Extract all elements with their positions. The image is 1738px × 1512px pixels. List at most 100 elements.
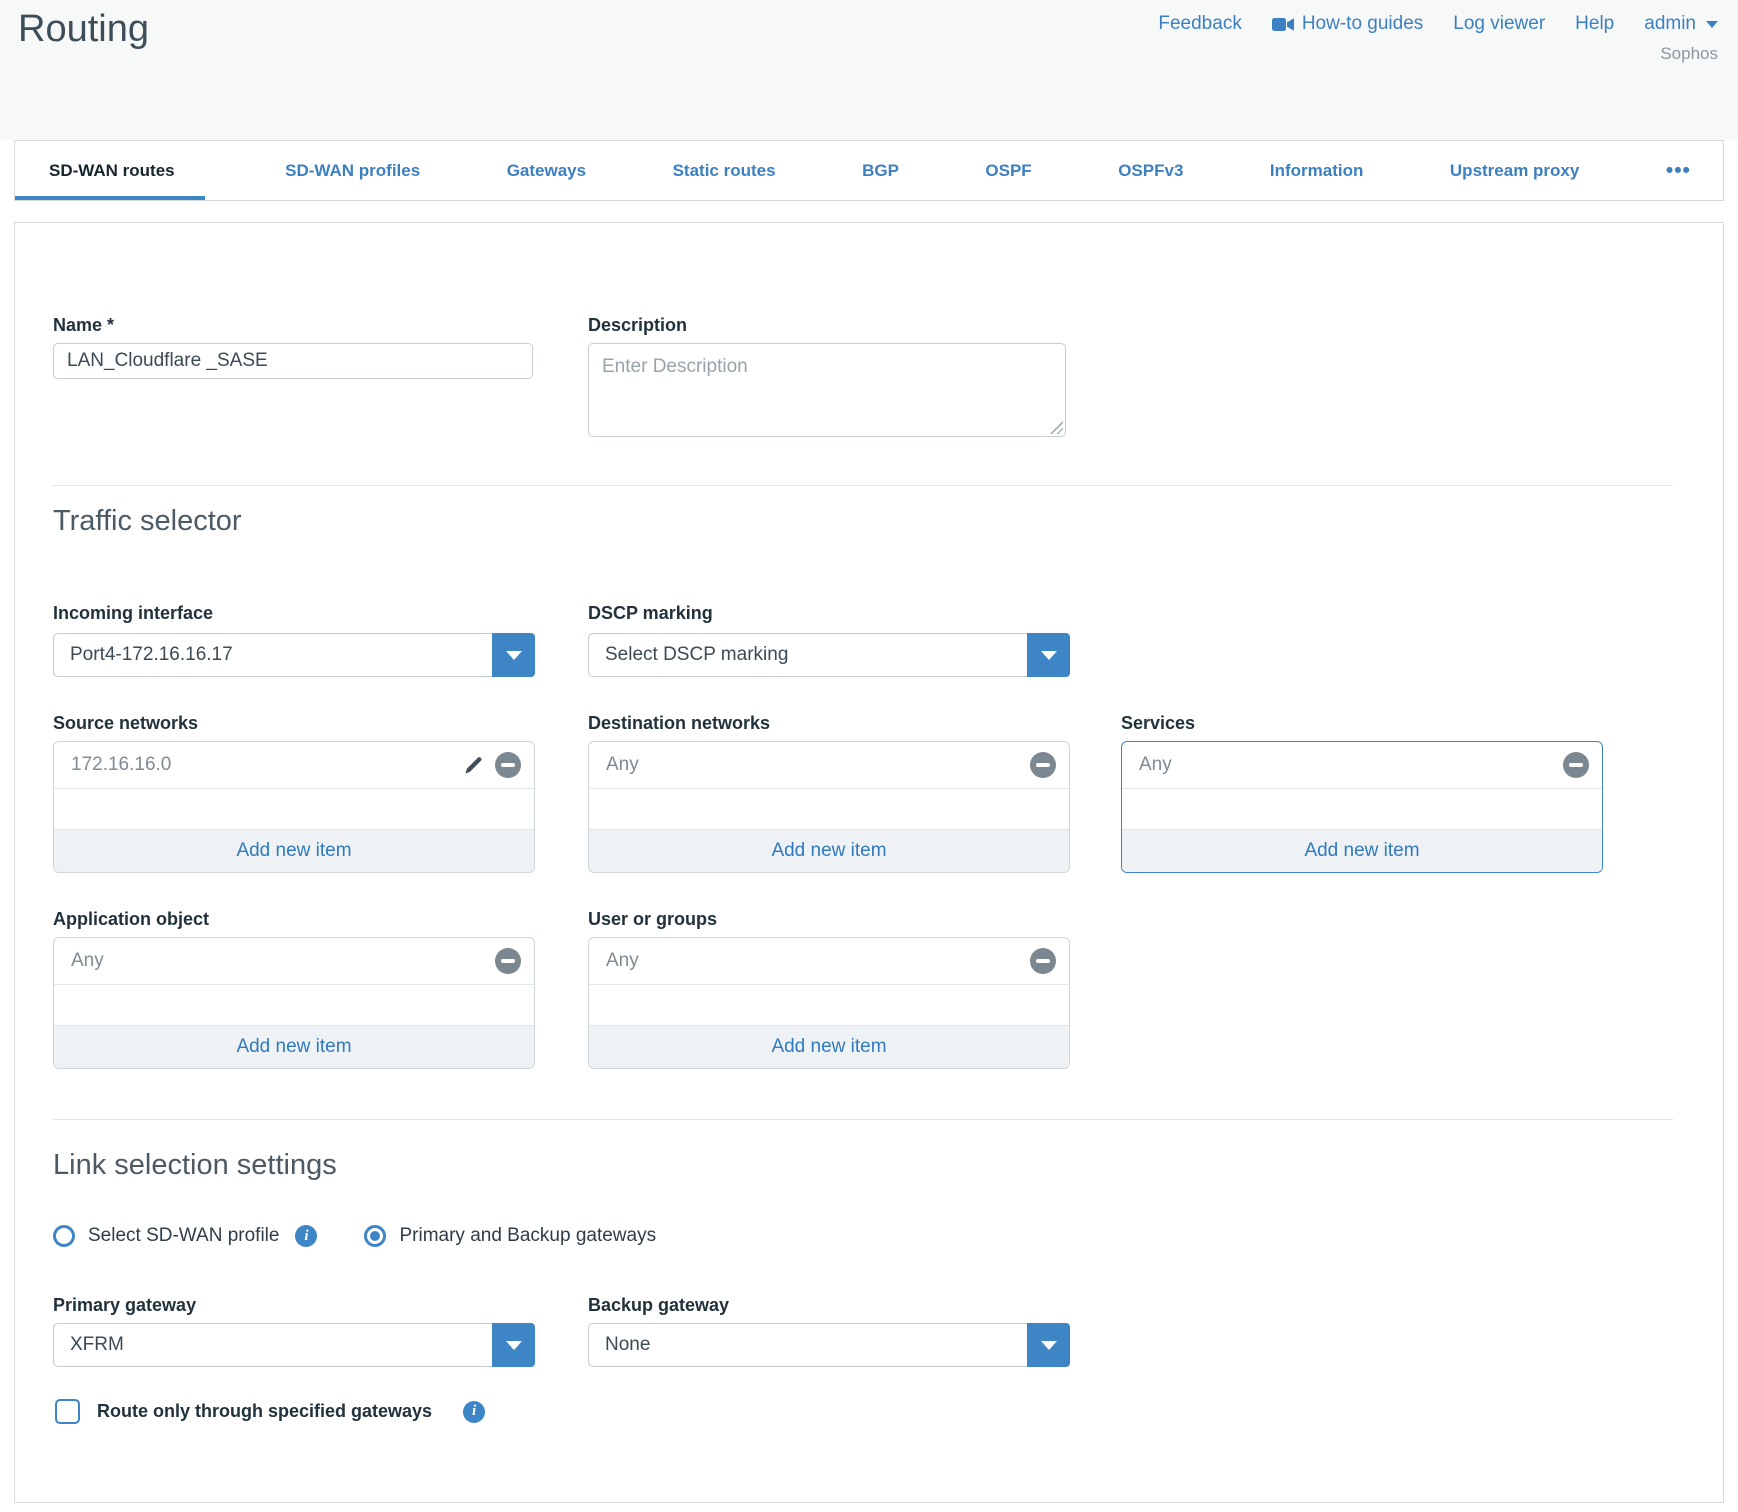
listbox-spacer xyxy=(54,985,534,1025)
radio-select-sdwan-profile-label: Select SD-WAN profile xyxy=(88,1225,279,1247)
tab-gateways[interactable]: Gateways xyxy=(501,141,592,200)
name-input[interactable] xyxy=(53,343,533,379)
radio-primary-backup-gateways[interactable] xyxy=(364,1225,386,1247)
primary-gateway-dropdown-button[interactable] xyxy=(492,1323,535,1367)
destination-networks-add-button[interactable]: Add new item xyxy=(589,829,1069,872)
brand-label: Sophos xyxy=(1660,44,1718,64)
remove-item-icon[interactable] xyxy=(1030,752,1056,778)
remove-item-icon[interactable] xyxy=(495,752,521,778)
dropdown-caret-icon xyxy=(506,651,522,660)
listbox-spacer xyxy=(589,985,1069,1025)
services-label: Services xyxy=(1121,713,1195,734)
primary-gateway-label: Primary gateway xyxy=(53,1295,196,1316)
admin-menu[interactable]: admin xyxy=(1644,13,1718,35)
destination-network-item: Any xyxy=(589,742,1069,789)
route-only-row: Route only through specified gateways i xyxy=(55,1399,485,1424)
user-or-groups-item-text: Any xyxy=(606,950,1020,972)
user-or-groups-label: User or groups xyxy=(588,909,717,930)
tab-more-ellipsis[interactable]: ••• xyxy=(1660,141,1697,200)
tab-bgp[interactable]: BGP xyxy=(856,141,905,200)
services-listbox: Any Add new item xyxy=(1121,741,1603,873)
radio-primary-backup-gateways-label: Primary and Backup gateways xyxy=(399,1225,656,1247)
dscp-marking-select[interactable]: Select DSCP marking xyxy=(588,633,1070,677)
howto-guides-label: How-to guides xyxy=(1302,13,1423,35)
primary-gateway-select[interactable]: XFRM xyxy=(53,1323,535,1367)
log-viewer-link[interactable]: Log viewer xyxy=(1453,13,1545,35)
primary-gateway-value: XFRM xyxy=(54,1334,492,1356)
route-only-checkbox[interactable] xyxy=(55,1399,80,1424)
application-object-item: Any xyxy=(54,938,534,985)
incoming-interface-dropdown-button[interactable] xyxy=(492,633,535,677)
tab-static-routes[interactable]: Static routes xyxy=(667,141,782,200)
routing-page: Routing Feedback How-to guides Log viewe… xyxy=(0,0,1738,1512)
link-selection-heading: Link selection settings xyxy=(53,1149,337,1182)
edit-pencil-icon[interactable] xyxy=(461,753,485,777)
application-object-add-button[interactable]: Add new item xyxy=(54,1025,534,1068)
backup-gateway-dropdown-button[interactable] xyxy=(1027,1323,1070,1367)
source-networks-label: Source networks xyxy=(53,713,198,734)
link-selection-radio-group: Select SD-WAN profile i Primary and Back… xyxy=(53,1225,656,1247)
traffic-selector-heading: Traffic selector xyxy=(53,505,242,538)
help-link[interactable]: Help xyxy=(1575,13,1614,35)
remove-item-icon[interactable] xyxy=(495,948,521,974)
listbox-spacer xyxy=(54,789,534,829)
video-camera-icon xyxy=(1272,17,1294,32)
admin-label: admin xyxy=(1644,13,1696,35)
route-only-label: Route only through specified gateways xyxy=(97,1401,432,1422)
listbox-spacer xyxy=(1122,789,1602,829)
remove-item-icon[interactable] xyxy=(1563,752,1589,778)
destination-network-item-text: Any xyxy=(606,754,1020,776)
feedback-link[interactable]: Feedback xyxy=(1158,13,1241,35)
info-icon[interactable]: i xyxy=(295,1225,317,1247)
tab-information[interactable]: Information xyxy=(1264,141,1370,200)
application-object-item-text: Any xyxy=(71,950,485,972)
chevron-down-icon xyxy=(1706,21,1718,28)
description-field-wrap xyxy=(588,343,1066,437)
application-object-label: Application object xyxy=(53,909,209,930)
tab-bar: SD-WAN routes SD-WAN profiles Gateways S… xyxy=(14,140,1724,201)
user-or-groups-listbox: Any Add new item xyxy=(588,937,1070,1069)
dropdown-caret-icon xyxy=(1041,651,1057,660)
name-label: Name * xyxy=(53,315,114,336)
remove-item-icon[interactable] xyxy=(1030,948,1056,974)
info-icon[interactable]: i xyxy=(463,1401,485,1423)
incoming-interface-value: Port4-172.16.16.17 xyxy=(54,644,492,666)
page-title: Routing xyxy=(18,8,149,51)
radio-select-sdwan-profile[interactable] xyxy=(53,1225,75,1247)
dropdown-caret-icon xyxy=(1041,1341,1057,1350)
source-networks-listbox: 172.16.16.0 Add new item xyxy=(53,741,535,873)
source-network-item-text: 172.16.16.0 xyxy=(71,754,451,776)
service-item: Any xyxy=(1122,742,1602,789)
dscp-marking-label: DSCP marking xyxy=(588,603,713,624)
incoming-interface-select[interactable]: Port4-172.16.16.17 xyxy=(53,633,535,677)
services-add-button[interactable]: Add new item xyxy=(1122,829,1602,872)
sdwan-route-form-panel: Name * Description Traffic selector Inco… xyxy=(14,222,1724,1503)
dscp-marking-dropdown-button[interactable] xyxy=(1027,633,1070,677)
destination-networks-label: Destination networks xyxy=(588,713,770,734)
description-label: Description xyxy=(588,315,687,336)
destination-networks-listbox: Any Add new item xyxy=(588,741,1070,873)
description-textarea[interactable] xyxy=(588,343,1066,437)
dropdown-caret-icon xyxy=(506,1341,522,1350)
tab-sdwan-routes[interactable]: SD-WAN routes xyxy=(15,141,205,200)
backup-gateway-select[interactable]: None xyxy=(588,1323,1070,1367)
application-object-listbox: Any Add new item xyxy=(53,937,535,1069)
tab-ospfv3[interactable]: OSPFv3 xyxy=(1112,141,1189,200)
page-header: Routing Feedback How-to guides Log viewe… xyxy=(0,0,1738,140)
source-network-item: 172.16.16.0 xyxy=(54,742,534,789)
incoming-interface-label: Incoming interface xyxy=(53,603,213,624)
howto-guides-link[interactable]: How-to guides xyxy=(1272,13,1423,35)
source-networks-add-button[interactable]: Add new item xyxy=(54,829,534,872)
backup-gateway-label: Backup gateway xyxy=(588,1295,729,1316)
service-item-text: Any xyxy=(1139,754,1553,776)
user-or-groups-add-button[interactable]: Add new item xyxy=(589,1025,1069,1068)
tab-ospf[interactable]: OSPF xyxy=(979,141,1037,200)
tab-sdwan-profiles[interactable]: SD-WAN profiles xyxy=(279,141,426,200)
tab-upstream-proxy[interactable]: Upstream proxy xyxy=(1444,141,1585,200)
backup-gateway-value: None xyxy=(589,1334,1027,1356)
section-divider xyxy=(53,485,1673,486)
dscp-marking-value: Select DSCP marking xyxy=(589,644,1027,666)
listbox-spacer xyxy=(589,789,1069,829)
header-links: Feedback How-to guides Log viewer Help a… xyxy=(1158,13,1718,35)
user-or-groups-item: Any xyxy=(589,938,1069,985)
